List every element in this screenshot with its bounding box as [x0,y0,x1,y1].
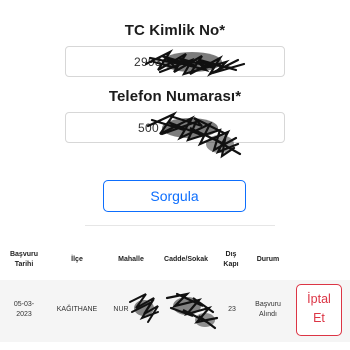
telefon-value: 500 [138,121,159,135]
cell-ilce: KAĞITHANE [56,306,98,313]
tc-kimlik-value: 2993 [134,55,162,69]
sorgula-button[interactable]: Sorgula [103,180,246,212]
iptal-et-button[interactable]: İptal Et [296,284,342,336]
divider [85,225,275,226]
tc-kimlik-field[interactable]: 2993 [65,46,285,77]
header-durum: Durum [256,256,280,263]
header-basvuru-tarihi: Başvuru Tarihi [9,251,38,268]
cell-mahalle: NUR [113,306,129,313]
cell-durum: Başvuru Alındı [255,301,281,318]
cell-dis-kapi: 23 [228,306,236,313]
header-dis-kapi: Dış Kapı [223,251,239,268]
cell-basvuru-tarihi: 05-03- 2023 [13,301,35,318]
tc-kimlik-label: TC Kimlik No* [124,22,226,39]
header-cadde-sokak: Cadde/Sokak [164,256,208,263]
telefon-label: Telefon Numarası* [108,88,242,105]
header-mahalle: Mahalle [118,256,144,263]
telefon-field[interactable]: 500 [65,112,285,143]
header-ilce: İlçe [71,256,83,263]
